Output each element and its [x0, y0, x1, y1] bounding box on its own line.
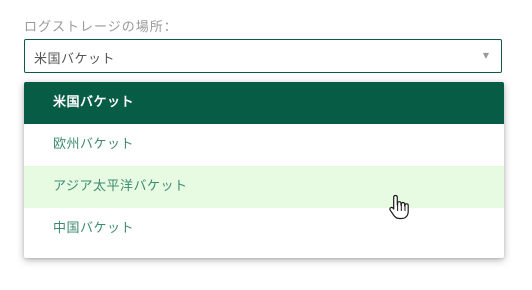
location-dropdown-menu: 米国バケット 欧州バケット アジア太平洋バケット 中国バケット: [24, 82, 504, 258]
caret-down-icon: ▼: [482, 51, 489, 60]
hand-pointer-cursor-icon: [389, 194, 409, 220]
option-eu-bucket[interactable]: 欧州バケット: [24, 124, 504, 166]
option-apac-bucket[interactable]: アジア太平洋バケット: [24, 166, 504, 208]
select-current-value: 米国バケット: [34, 52, 116, 67]
option-china-bucket[interactable]: 中国バケット: [24, 208, 504, 250]
log-storage-location-form: ログストレージの場所： 米国バケット ▼ 米国バケット 欧州バケット アジア太平…: [0, 0, 532, 290]
log-storage-location-label: ログストレージの場所：: [24, 20, 178, 35]
option-us-bucket[interactable]: 米国バケット: [24, 82, 504, 124]
log-storage-location-select[interactable]: 米国バケット ▼: [24, 39, 502, 73]
